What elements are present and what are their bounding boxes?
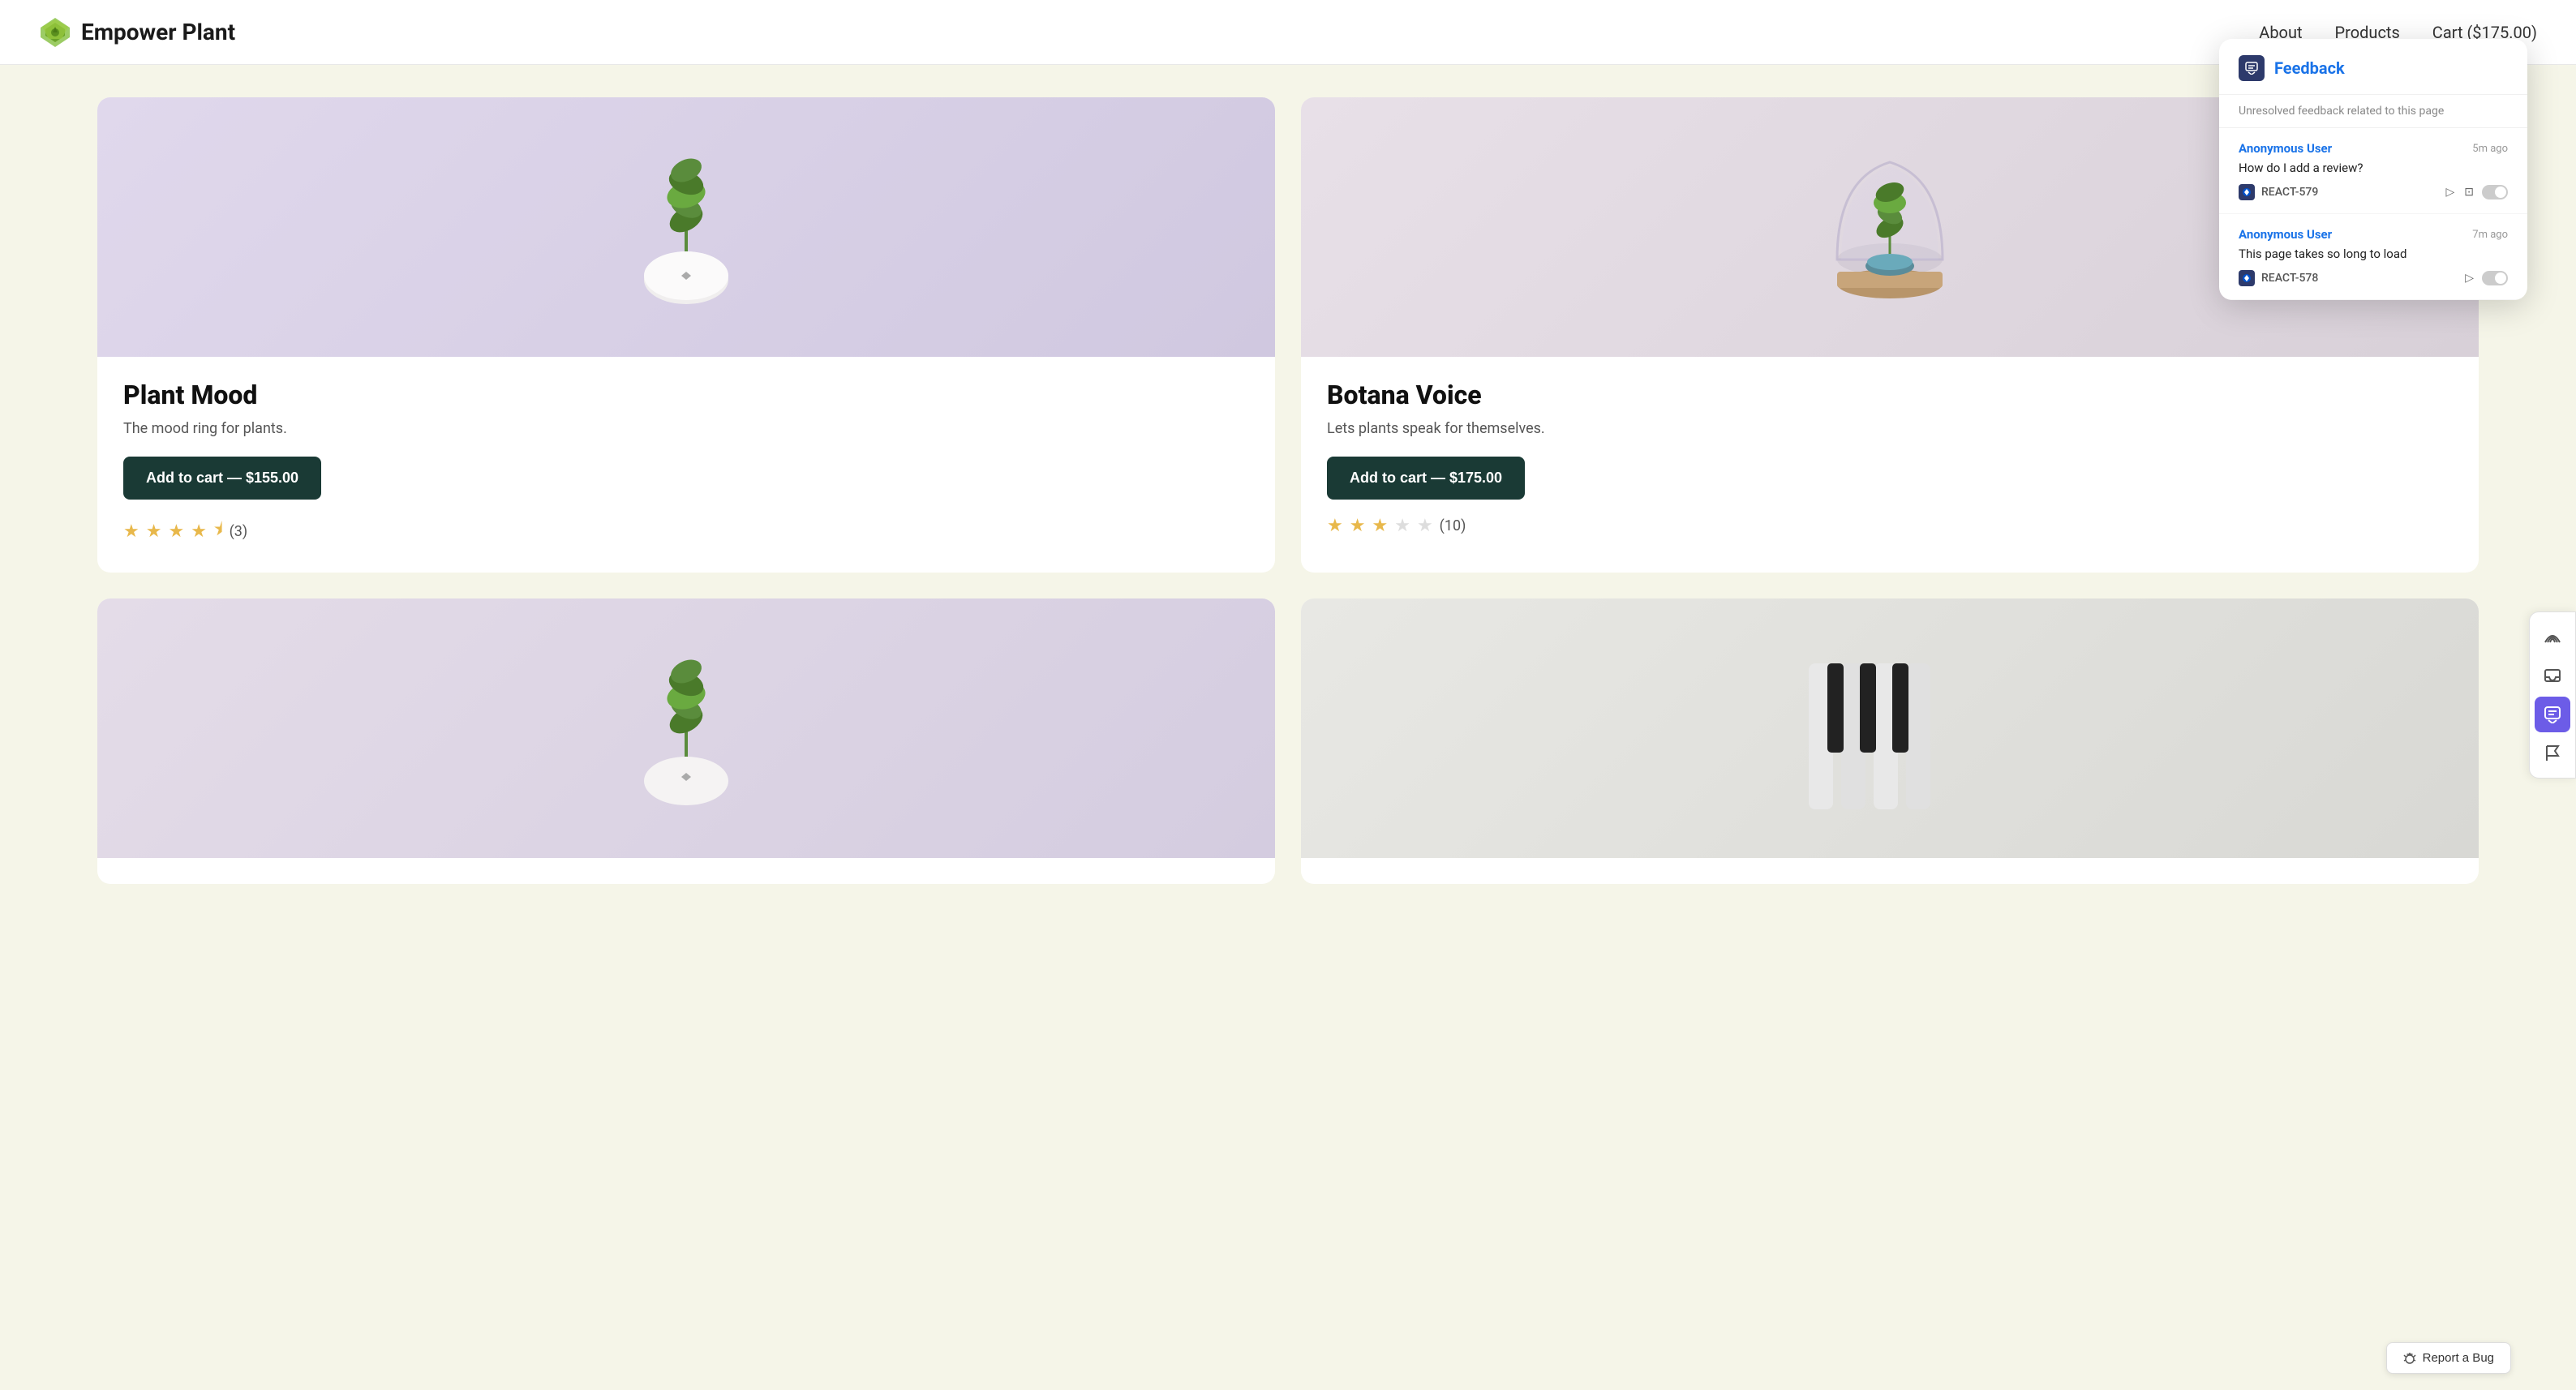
product-grid: Plant Mood The mood ring for plants. Add… (97, 97, 2479, 884)
product-info-botana-voice: Botana Voice Lets plants speak for thems… (1301, 357, 2479, 536)
star-4: ★ (191, 521, 207, 542)
rating-count-botana-voice: (10) (1440, 517, 1466, 534)
jira-icon-2 (2242, 273, 2252, 283)
flag-toolbar-btn[interactable] (2535, 736, 2570, 771)
product-3-svg (597, 615, 775, 842)
star-1: ★ (123, 521, 140, 542)
ticket-actions-1: ▷ ⊡ (2444, 183, 2508, 200)
feedback-toolbar-icon (2544, 706, 2561, 723)
product-card-plant-mood: Plant Mood The mood ring for plants. Add… (97, 97, 1275, 573)
feedback-ticket-1: REACT-579 ▷ ⊡ (2239, 183, 2508, 200)
feedback-message-1: How do I add a review? (2239, 161, 2508, 175)
product-image-4 (1301, 598, 2479, 858)
feedback-panel-svg-icon (2245, 62, 2258, 75)
jira-icon-1 (2242, 187, 2252, 197)
report-bug-label: Report a Bug (2423, 1351, 2494, 1365)
ticket-actions-2: ▷ (2463, 269, 2508, 286)
rating-plant-mood: ★ ★ ★ ★ ⯨ (3) (123, 516, 1249, 547)
botana-voice-svg (1801, 114, 1979, 341)
feedback-toolbar-btn[interactable] (2535, 697, 2570, 732)
rating-botana-voice: ★ ★ ★ ★ ★ (10) (1327, 516, 2453, 536)
inbox-icon (2544, 667, 2561, 684)
product-info-plant-mood: Plant Mood The mood ring for plants. Add… (97, 357, 1275, 547)
feedback-panel-header: Feedback (2219, 39, 2527, 95)
ticket-toggle-1[interactable] (2482, 185, 2508, 199)
product-4-svg (1768, 615, 2011, 842)
product-name-botana-voice: Botana Voice (1327, 380, 2453, 410)
product-name-plant-mood: Plant Mood (123, 380, 1249, 410)
main-content: Plant Mood The mood ring for plants. Add… (0, 65, 2576, 916)
rating-count-plant-mood: (3) (230, 523, 248, 540)
logo-text: Empower Plant (81, 19, 235, 45)
star-2: ★ (146, 521, 162, 542)
logo[interactable]: Empower Plant (39, 16, 235, 49)
plant-mood-svg (597, 114, 775, 341)
product-card-3 (97, 598, 1275, 884)
ticket-icon-1 (2239, 184, 2255, 200)
star-3: ★ (168, 521, 184, 542)
feedback-panel-icon (2239, 55, 2265, 81)
product-image-3 (97, 598, 1275, 858)
feedback-time-2: 7m ago (2472, 229, 2508, 241)
feedback-panel: Feedback Unresolved feedback related to … (2219, 39, 2527, 300)
product-image-plant-mood (97, 97, 1275, 357)
ticket-play-btn-2[interactable]: ▷ (2463, 269, 2475, 286)
star-1: ★ (1327, 516, 1343, 536)
feedback-item-2-header: Anonymous User 7m ago (2239, 227, 2508, 242)
add-to-cart-plant-mood[interactable]: Add to cart — $155.00 (123, 457, 321, 500)
ticket-id-2: REACT-578 (2261, 272, 2318, 285)
feedback-item-1-header: Anonymous User 5m ago (2239, 141, 2508, 156)
report-bug-btn[interactable]: Report a Bug (2386, 1342, 2511, 1374)
sidebar-toolbar (2529, 611, 2576, 779)
header: Empower Plant About Products Cart ($175.… (0, 0, 2576, 65)
signal-toolbar-btn[interactable] (2535, 619, 2570, 654)
ticket-play-btn-1[interactable]: ▷ (2444, 183, 2456, 200)
feedback-message-2: This page takes so long to load (2239, 247, 2508, 261)
logo-icon (39, 16, 71, 49)
bug-icon (2403, 1352, 2416, 1365)
feedback-panel-title: Feedback (2274, 58, 2345, 78)
inbox-toolbar-btn[interactable] (2535, 658, 2570, 693)
star-3: ★ (1372, 516, 1388, 536)
ticket-toggle-2[interactable] (2482, 271, 2508, 285)
feedback-ticket-2: REACT-578 ▷ (2239, 269, 2508, 286)
feedback-user-2: Anonymous User (2239, 227, 2332, 242)
product-desc-plant-mood: The mood ring for plants. (123, 420, 1249, 437)
feedback-panel-subtitle: Unresolved feedback related to this page (2219, 95, 2527, 128)
ticket-icon-2 (2239, 270, 2255, 286)
star-4: ★ (1394, 516, 1410, 536)
star-5: ⯨ (213, 516, 223, 547)
feedback-item-2: Anonymous User 7m ago This page takes so… (2219, 214, 2527, 300)
add-to-cart-botana-voice[interactable]: Add to cart — $175.00 (1327, 457, 1525, 500)
feedback-item-1: Anonymous User 5m ago How do I add a rev… (2219, 128, 2527, 214)
flag-icon (2544, 744, 2561, 762)
feedback-time-1: 5m ago (2472, 143, 2508, 155)
ticket-image-btn-1[interactable]: ⊡ (2462, 183, 2475, 200)
star-2: ★ (1350, 516, 1366, 536)
signal-icon (2544, 628, 2561, 646)
feedback-user-1: Anonymous User (2239, 141, 2332, 156)
star-5: ★ (1417, 516, 1433, 536)
product-desc-botana-voice: Lets plants speak for themselves. (1327, 420, 2453, 437)
ticket-id-1: REACT-579 (2261, 186, 2318, 199)
product-card-4 (1301, 598, 2479, 884)
